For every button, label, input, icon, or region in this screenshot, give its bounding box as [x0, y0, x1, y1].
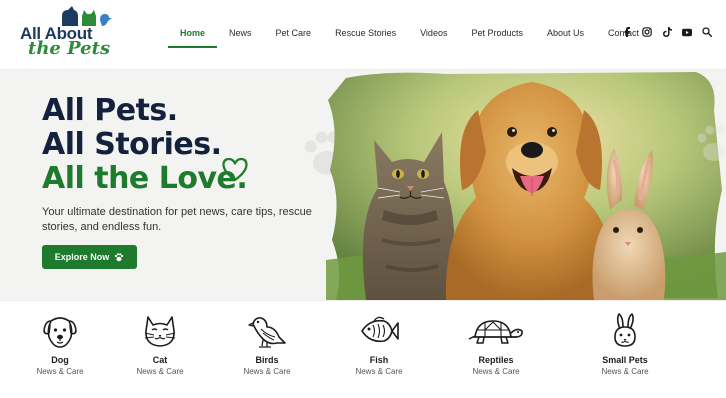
category-cat-name: Cat [152, 355, 168, 365]
category-fish-sub: News & Care [355, 367, 403, 376]
heart-icon [222, 157, 248, 182]
logo-text-secondary: the Pets [28, 38, 111, 59]
youtube-icon[interactable] [682, 27, 692, 37]
category-dog-name: Dog [51, 355, 69, 365]
nav-pet-products[interactable]: Pet Products [459, 22, 535, 48]
nav-news[interactable]: News [217, 22, 264, 48]
category-small-pets[interactable]: Small Pets News & Care [580, 313, 670, 393]
instagram-icon[interactable] [642, 27, 652, 37]
site-logo[interactable]: All About the Pets [20, 4, 112, 66]
category-fish-name: Fish [369, 355, 389, 365]
category-small-pets-sub: News & Care [601, 367, 649, 376]
rabbit-icon [614, 313, 636, 347]
category-strip: Dog News & Care Cat News & Care Birds Ne… [0, 300, 726, 398]
category-reptiles-name: Reptiles [478, 355, 514, 365]
fish-icon [361, 316, 399, 343]
hero-title: All Pets. All Stories. All the Love. [42, 93, 248, 196]
dog-icon [43, 317, 77, 348]
nav-about-us[interactable]: About Us [535, 22, 596, 48]
hero-title-line-3: All the Love. [42, 161, 248, 196]
explore-now-button[interactable]: Explore Now [42, 245, 137, 269]
hero-title-line-2: All Stories. [42, 127, 222, 162]
main-nav: Home News Pet Care Rescue Stories Videos… [168, 22, 651, 48]
hero-title-line-1: All Pets. [42, 93, 178, 128]
search-icon[interactable] [702, 27, 712, 37]
explore-now-label: Explore Now [54, 252, 110, 262]
category-dog[interactable]: Dog News & Care [15, 313, 105, 393]
nav-rescue-stories[interactable]: Rescue Stories [323, 22, 408, 48]
category-fish[interactable]: Fish News & Care [334, 313, 424, 393]
tiktok-icon[interactable] [662, 27, 672, 37]
bird-icon [248, 317, 286, 348]
social-links [622, 27, 712, 37]
turtle-icon [468, 320, 523, 344]
category-reptiles[interactable]: Reptiles News & Care [451, 313, 541, 393]
nav-pet-care[interactable]: Pet Care [264, 22, 324, 48]
category-reptiles-sub: News & Care [472, 367, 520, 376]
category-birds-sub: News & Care [243, 367, 291, 376]
site-header: All About the Pets Home News Pet Care Re… [0, 0, 726, 70]
paw-icon [115, 253, 124, 262]
category-cat[interactable]: Cat News & Care [115, 313, 205, 393]
category-dog-sub: News & Care [36, 367, 84, 376]
category-birds[interactable]: Birds News & Care [222, 313, 312, 393]
hero-section: All Pets. All Stories. All the Love. You… [0, 70, 726, 300]
facebook-icon[interactable] [622, 27, 632, 37]
hero-pets-image [326, 72, 726, 300]
hero-subtitle: Your ultimate destination for pet news, … [42, 206, 312, 233]
category-cat-sub: News & Care [136, 367, 184, 376]
category-birds-name: Birds [255, 355, 279, 365]
nav-home[interactable]: Home [168, 22, 218, 48]
nav-videos[interactable]: Videos [408, 22, 459, 48]
cat-icon [144, 316, 176, 347]
category-small-pets-name: Small Pets [602, 355, 648, 365]
